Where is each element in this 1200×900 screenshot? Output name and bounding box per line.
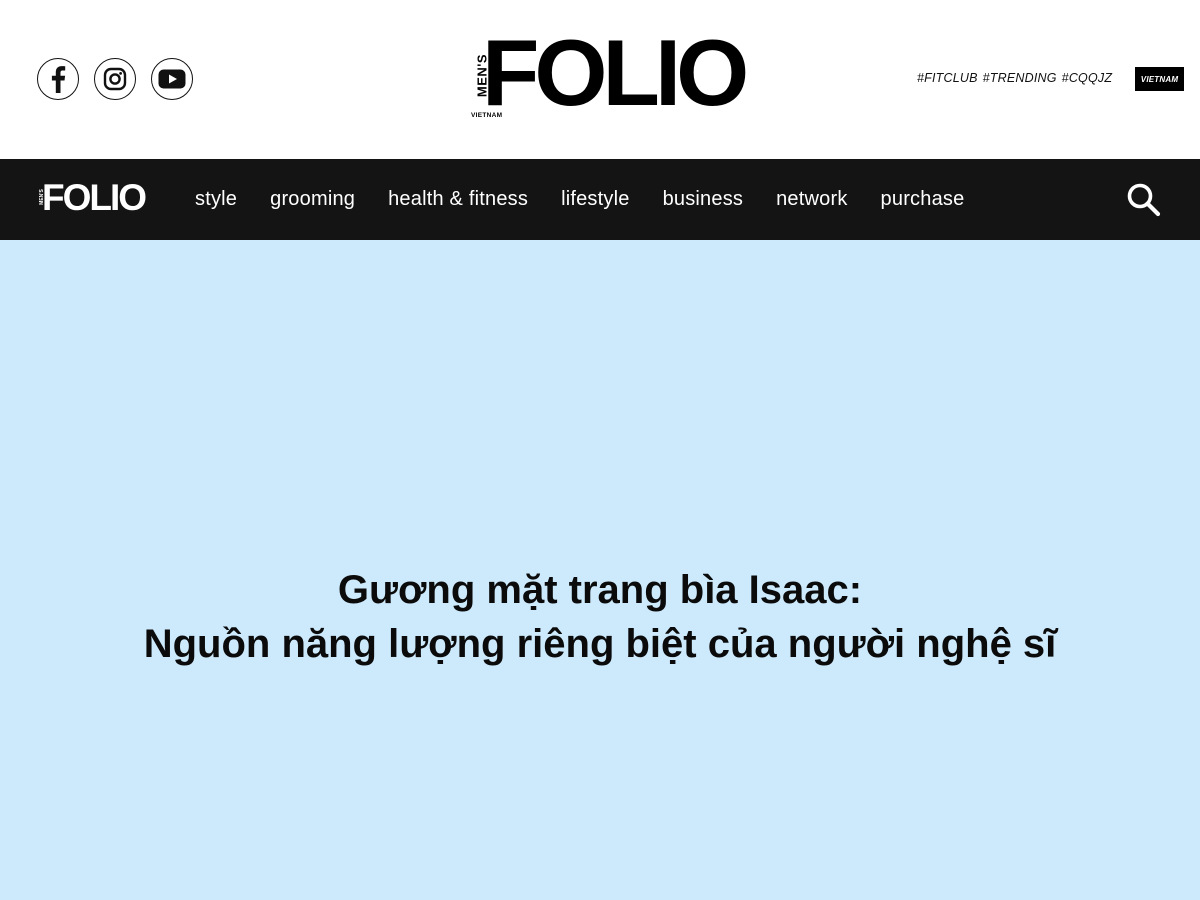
facebook-icon [51, 66, 66, 93]
youtube-link[interactable] [151, 58, 193, 100]
facebook-link[interactable] [37, 58, 79, 100]
hashtag-link[interactable]: #CQQJZ [1062, 71, 1113, 85]
nav-logo-wordmark: FOLIO [42, 177, 147, 218]
social-links [37, 58, 193, 100]
nav-logo[interactable]: MEN'S FOLIO [37, 177, 157, 218]
hashtag-link[interactable]: #TRENDING [983, 71, 1057, 85]
article-title-line-2: Nguồn năng lượng riêng biệt của người ng… [143, 622, 1057, 666]
nav-item-purchase[interactable]: purchase [881, 188, 965, 211]
nav-item-grooming[interactable]: grooming [270, 188, 355, 211]
top-header: MEN'S VIETNAM FOLIO #FITCLUB #TRENDING #… [0, 0, 1200, 159]
instagram-icon [103, 67, 127, 91]
nav-item-style[interactable]: style [195, 188, 237, 211]
nav-item-business[interactable]: business [663, 188, 744, 211]
article-title[interactable]: Gương mặt trang bìa Isaac: Nguồn năng lư… [0, 563, 1200, 671]
nav-item-lifestyle[interactable]: lifestyle [561, 188, 630, 211]
hashtag-list: #FITCLUB #TRENDING #CQQJZ [917, 71, 1112, 85]
instagram-link[interactable] [94, 58, 136, 100]
nav-item-network[interactable]: network [776, 188, 847, 211]
hashtag-link[interactable]: #FITCLUB [917, 71, 978, 85]
hero-banner: Gương mặt trang bìa Isaac: Nguồn năng lư… [0, 240, 1200, 900]
logo-wordmark: FOLIO [482, 20, 749, 125]
site-logo[interactable]: MEN'S VIETNAM FOLIO [470, 26, 755, 122]
article-title-line-1: Gương mặt trang bìa Isaac: [337, 568, 863, 612]
search-icon [1127, 183, 1161, 217]
youtube-icon [158, 69, 186, 89]
nav-item-health-fitness[interactable]: health & fitness [388, 188, 528, 211]
region-badge[interactable]: VIETNAM [1135, 67, 1184, 91]
nav-links: style grooming health & fitness lifestyl… [195, 159, 964, 240]
search-button[interactable] [1126, 182, 1162, 218]
main-nav: MEN'S FOLIO style grooming health & fitn… [0, 159, 1200, 240]
